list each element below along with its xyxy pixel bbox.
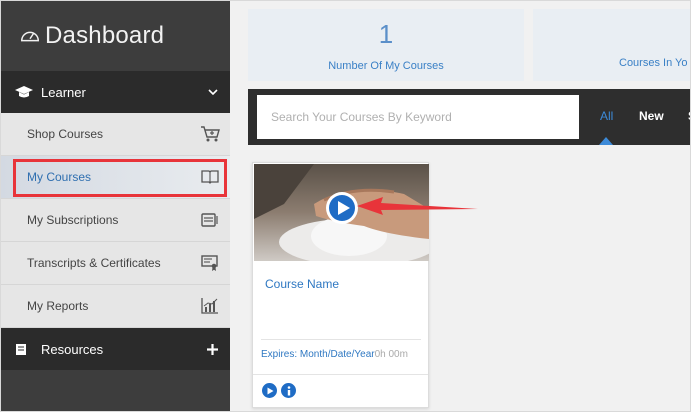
info-button[interactable] xyxy=(281,383,296,398)
subscription-icon xyxy=(200,210,220,230)
app-window: Dashboard Learner Shop Courses My Course… xyxy=(0,0,691,412)
stat-card-my-courses[interactable]: 1 Number Of My Courses xyxy=(248,9,524,81)
sidebar-section-label: Resources xyxy=(41,341,104,357)
search-input[interactable] xyxy=(257,95,579,139)
sidebar-item-my-subscriptions[interactable]: My Subscriptions xyxy=(1,199,230,242)
sidebar-item-label: Shop Courses xyxy=(27,127,104,141)
play-icon xyxy=(267,387,273,394)
stat-card-courses-in[interactable]: Courses In Yo xyxy=(533,9,690,81)
divider xyxy=(253,374,428,375)
document-icon xyxy=(15,342,33,356)
course-thumbnail[interactable] xyxy=(254,164,429,261)
graduation-cap-icon xyxy=(15,85,33,99)
certificate-icon xyxy=(200,253,220,273)
sidebar-section-learner[interactable]: Learner xyxy=(1,71,230,113)
main-content: 1 Number Of My Courses Courses In Yo All… xyxy=(230,1,690,411)
sidebar-section-resources[interactable]: Resources xyxy=(1,328,230,370)
brand-title: Dashboard xyxy=(45,22,165,49)
sidebar: Dashboard Learner Shop Courses My Course… xyxy=(1,1,230,411)
stat-label: Number Of My Courses xyxy=(328,60,444,72)
cart-icon xyxy=(200,124,220,144)
sidebar-item-my-courses[interactable]: My Courses xyxy=(1,156,230,199)
sidebar-item-shop-courses[interactable]: Shop Courses xyxy=(1,113,230,156)
info-icon xyxy=(287,385,290,395)
report-chart-icon xyxy=(200,296,220,316)
sidebar-item-my-reports[interactable]: My Reports xyxy=(1,285,230,328)
tab-all[interactable]: All xyxy=(600,109,613,123)
play-icon[interactable] xyxy=(325,191,359,225)
sidebar-section-label: Learner xyxy=(41,84,86,100)
sidebar-item-transcripts-certificates[interactable]: Transcripts & Certificates xyxy=(1,242,230,285)
course-expiry: Expires: Month/Date/Year0h 00m xyxy=(261,349,408,360)
course-duration: 0h 00m xyxy=(374,349,408,360)
stat-label: Courses In Yo xyxy=(619,57,688,69)
active-tab-indicator xyxy=(599,137,613,145)
divider xyxy=(261,339,421,340)
sidebar-item-label: My Reports xyxy=(27,299,89,313)
sidebar-item-label: Transcripts & Certificates xyxy=(27,256,161,270)
chevron-down-icon[interactable] xyxy=(208,71,218,113)
play-button[interactable] xyxy=(262,383,277,398)
course-card[interactable]: Course Name Expires: Month/Date/Year0h 0… xyxy=(252,162,429,408)
course-filter-toolbar: All New S xyxy=(248,89,690,145)
tab-new[interactable]: New xyxy=(639,109,664,123)
expiry-date: Expires: Month/Date/Year xyxy=(261,349,375,360)
brand-header[interactable]: Dashboard xyxy=(1,1,230,71)
stat-value: 1 xyxy=(378,19,394,49)
sidebar-footer xyxy=(1,370,230,411)
course-title[interactable]: Course Name xyxy=(265,277,339,291)
dashboard-gauge-icon xyxy=(21,31,39,42)
book-icon xyxy=(200,167,220,187)
sidebar-item-label: My Courses xyxy=(27,170,92,184)
plus-icon[interactable] xyxy=(207,328,218,370)
sidebar-item-label: My Subscriptions xyxy=(27,213,119,227)
